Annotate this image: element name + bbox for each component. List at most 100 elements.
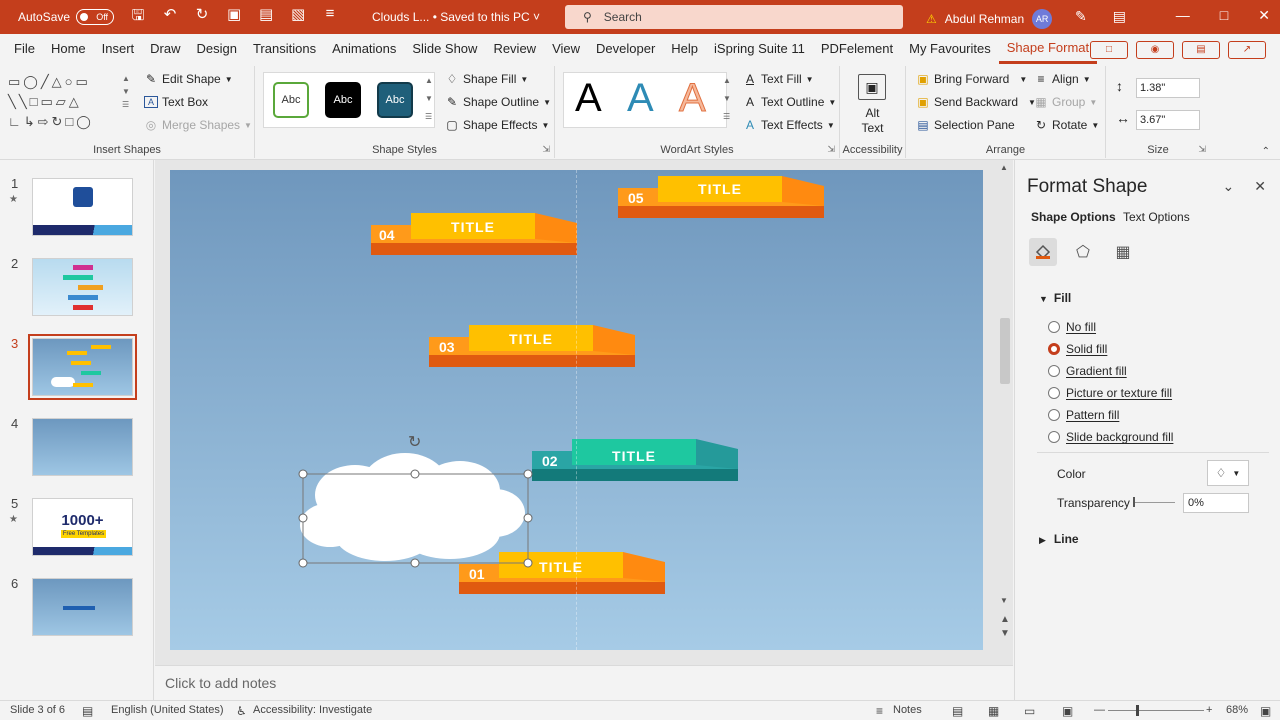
shape-outline-button[interactable]: ✎ Shape Outline ▼: [445, 95, 551, 109]
shapes-scroll[interactable]: ▲ ▼ ☰: [122, 72, 130, 111]
pane-options-icon[interactable]: ⌄: [1223, 178, 1235, 195]
tab-slide-show[interactable]: Slide Show: [404, 34, 485, 64]
bring-forward-button[interactable]: ▣ Bring Forward ▼: [916, 72, 1027, 86]
tab-design[interactable]: Design: [189, 34, 245, 64]
style-preset-black[interactable]: Abc: [325, 82, 361, 118]
normal-view-icon[interactable]: ▤: [952, 704, 963, 718]
vertical-scrollbar[interactable]: ▲ ▼: [998, 163, 1012, 613]
dialog-launcher-icon[interactable]: ⇲: [1198, 144, 1206, 155]
tab-insert[interactable]: Insert: [94, 34, 143, 64]
styles-scroll[interactable]: ▲ ▼ ☰: [425, 72, 433, 126]
language[interactable]: English (United States): [111, 704, 224, 716]
slide-thumbnail-4[interactable]: [32, 418, 133, 476]
fill-section[interactable]: ▼ Fill: [1039, 291, 1071, 305]
record-icon[interactable]: ◉: [1136, 41, 1174, 59]
tab-my-favourites[interactable]: My Favourites: [901, 34, 999, 64]
wordart-preset-blue[interactable]: A: [627, 76, 654, 121]
wordart-scroll[interactable]: ▲ ▼ ☰: [723, 72, 731, 126]
wordart-preset-orange[interactable]: A: [679, 76, 707, 121]
present-icon[interactable]: ▣: [224, 5, 244, 30]
shapes-gallery[interactable]: ▭◯╱△○▭ ╲╲□▭▱△ ∟↳⇨↻□◯: [8, 72, 128, 132]
tab-home[interactable]: Home: [43, 34, 94, 64]
banner-03[interactable]: 03 TITLE: [429, 325, 635, 367]
height-input[interactable]: 1.38": [1136, 78, 1200, 98]
tab-animations[interactable]: Animations: [324, 34, 404, 64]
share-icon[interactable]: ↗: [1228, 41, 1266, 59]
pen-icon[interactable]: ✎: [1075, 8, 1087, 25]
pdf-icon[interactable]: ▧: [288, 5, 308, 30]
slide-thumbnail-3[interactable]: [28, 334, 137, 400]
close-icon[interactable]: ✕: [1258, 7, 1270, 24]
notes-button[interactable]: Notes: [893, 704, 922, 716]
scroll-thumb[interactable]: [1000, 318, 1010, 384]
wordart-preset-black[interactable]: A: [575, 76, 602, 121]
radio-solid-fill[interactable]: Solid fill: [1048, 342, 1107, 356]
maximize-icon[interactable]: □: [1220, 7, 1228, 24]
search-box[interactable]: ⚲ Search: [565, 5, 903, 29]
slide-sorter-icon[interactable]: ▦: [988, 704, 999, 718]
slide-info[interactable]: Slide 3 of 6: [10, 704, 65, 716]
slide-thumbnail-5[interactable]: 1000+ Free Templates: [32, 498, 133, 556]
tab-developer[interactable]: Developer: [588, 34, 663, 64]
tab-shape-format[interactable]: Shape Format: [998, 34, 1098, 64]
text-outline-button[interactable]: A Text Outline ▼: [743, 95, 836, 109]
zoom-slider[interactable]: [1108, 710, 1204, 711]
style-preset-teal[interactable]: Abc: [377, 82, 413, 118]
rotate-button[interactable]: ↻ Rotate ▼: [1034, 118, 1099, 132]
autosave[interactable]: AutoSave Off: [18, 9, 115, 25]
color-picker-button[interactable]: ♢ ▼: [1207, 460, 1249, 486]
slide[interactable]: 05 TITLE 04 TITLE 03 TITLE 02 TITLE 01 T…: [170, 170, 983, 650]
tab-transitions[interactable]: Transitions: [245, 34, 324, 64]
customize-qat-icon[interactable]: ≡: [320, 5, 340, 30]
tab-pdfelement[interactable]: PDFelement: [813, 34, 901, 64]
tab-draw[interactable]: Draw: [142, 34, 188, 64]
radio-picture-fill[interactable]: Picture or texture fill: [1048, 386, 1172, 400]
text-box-button[interactable]: A Text Box: [144, 95, 208, 109]
radio-slide-background-fill[interactable]: Slide background fill: [1048, 430, 1173, 444]
dialog-launcher-icon[interactable]: ⇲: [542, 144, 550, 155]
width-input[interactable]: 3.67": [1136, 110, 1200, 130]
radio-gradient-fill[interactable]: Gradient fill: [1048, 364, 1127, 378]
transparency-slider-thumb[interactable]: [1133, 497, 1135, 507]
zoom-level[interactable]: 68%: [1226, 704, 1248, 716]
text-fill-button[interactable]: A Text Fill ▼: [743, 72, 814, 86]
redo-icon[interactable]: ↻: [192, 5, 212, 30]
pane-close-icon[interactable]: ✕: [1254, 178, 1266, 195]
banner-04[interactable]: 04 TITLE: [371, 213, 577, 255]
file-name[interactable]: Clouds L... • Saved to this PC ˅: [372, 10, 540, 24]
scroll-down-icon[interactable]: ▼: [1000, 596, 1008, 605]
style-preset-outline[interactable]: Abc: [273, 82, 309, 118]
tab-ispring[interactable]: iSpring Suite 11: [706, 34, 813, 64]
spelling-icon[interactable]: ▤: [82, 704, 93, 718]
shape-fill-button[interactable]: ♢ Shape Fill ▼: [445, 72, 529, 86]
tab-view[interactable]: View: [544, 34, 588, 64]
tab-review[interactable]: Review: [485, 34, 544, 64]
accessibility-status[interactable]: Accessibility: Investigate: [253, 704, 372, 716]
tab-file[interactable]: File: [6, 34, 43, 64]
zoom-slider-thumb[interactable]: [1136, 705, 1139, 716]
comments-icon[interactable]: □: [1090, 41, 1128, 59]
edit-shape-button[interactable]: ✎ Edit Shape ▼: [144, 72, 233, 86]
selection-pane-button[interactable]: ▤ Selection Pane: [916, 118, 1014, 132]
zoom-out-icon[interactable]: —: [1094, 704, 1105, 716]
fill-line-icon[interactable]: [1029, 238, 1057, 266]
collapse-ribbon-icon[interactable]: ⌃: [1262, 146, 1270, 157]
undo-icon[interactable]: ↶: [160, 5, 180, 30]
reading-view-icon[interactable]: ▭: [1024, 704, 1035, 718]
dialog-launcher-icon[interactable]: ⇲: [827, 144, 835, 155]
slide-thumbnail-6[interactable]: [32, 578, 133, 636]
slide-thumbnail-2[interactable]: [32, 258, 133, 316]
effects-pentagon-icon[interactable]: ⬠: [1069, 238, 1097, 266]
banner-05[interactable]: 05 TITLE: [618, 176, 824, 218]
cloud-shape[interactable]: ↻: [295, 435, 535, 575]
notes-area[interactable]: Click to add notes: [155, 665, 1013, 700]
tab-shape-options[interactable]: Shape Options: [1031, 210, 1116, 224]
line-section[interactable]: ▶ Line: [1039, 532, 1079, 546]
size-properties-icon[interactable]: ▦: [1109, 238, 1137, 266]
transparency-slider[interactable]: [1133, 502, 1175, 503]
ribbon-display-icon[interactable]: ▤: [1113, 8, 1126, 25]
minimize-icon[interactable]: —: [1176, 7, 1190, 24]
fit-to-window-icon[interactable]: ▣: [1260, 704, 1271, 718]
prev-next-slide-icon[interactable]: ▲ ▼: [1000, 613, 1010, 641]
save-icon[interactable]: 🖫: [128, 5, 148, 30]
